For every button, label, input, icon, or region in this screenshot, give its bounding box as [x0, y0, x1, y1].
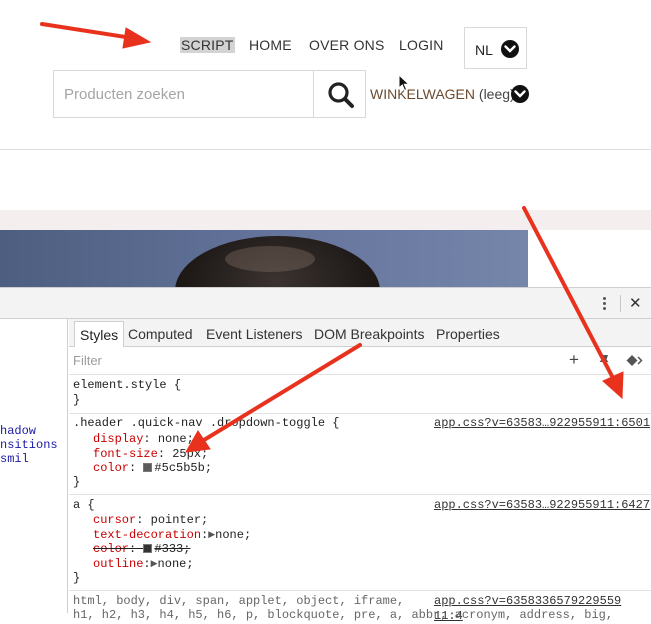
nav-link-login[interactable]: LOGIN [399, 37, 444, 53]
cart-link[interactable]: WINKELWAGEN (leeg) [370, 86, 515, 102]
language-selector[interactable]: NL [464, 27, 527, 69]
css-declaration[interactable]: cursor: pointer; [93, 513, 208, 528]
rule-close-brace: } [73, 571, 81, 585]
rule-reset-selector[interactable]: html, body, div, span, applet, object, i… [73, 594, 404, 609]
rule-anchor-selector[interactable]: a { [73, 498, 95, 513]
tab-event-listeners[interactable]: Event Listeners [206, 326, 303, 342]
expand-triangle-icon[interactable]: ▶ [151, 559, 158, 569]
devtools-tabs: Styles Computed Event Listeners DOM Brea… [69, 319, 651, 347]
element-state-icon[interactable] [626, 354, 644, 367]
close-icon[interactable]: ✕ [629, 294, 642, 312]
devtools-toolbar: ✕ [0, 287, 651, 319]
search-box [53, 70, 366, 118]
color-swatch[interactable] [143, 463, 153, 472]
dom-tree-pane: hadow nsitions smil [0, 319, 68, 613]
css-declaration[interactable]: outline:▶none; [93, 557, 194, 572]
pin-icon[interactable] [598, 354, 610, 367]
search-input[interactable] [54, 71, 313, 117]
chevron-down-icon [501, 40, 519, 58]
add-rule-button[interactable]: + [569, 350, 579, 370]
tab-styles[interactable]: Styles [74, 321, 125, 347]
tab-properties[interactable]: Properties [436, 326, 500, 342]
css-declaration[interactable]: font-size: 25px; [93, 447, 208, 462]
rule-dropdown-toggle-selector[interactable]: .header .quick-nav .dropdown-toggle { [73, 416, 339, 431]
dom-line[interactable]: nsitions [0, 438, 58, 452]
styles-filter-row: + [69, 347, 651, 375]
cart-label: WINKELWAGEN [370, 86, 476, 102]
mouse-cursor-icon [398, 74, 410, 92]
nav-link-over-ons[interactable]: OVER ONS [309, 37, 385, 53]
content-strip [0, 210, 651, 230]
tab-dom-breakpoints[interactable]: DOM Breakpoints [314, 326, 424, 342]
nav-link-script[interactable]: SCRIPT [180, 37, 235, 53]
css-declaration-overridden[interactable]: color: #333; [93, 542, 190, 557]
rule-divider [69, 590, 651, 591]
rule-divider [69, 413, 651, 414]
rule-close-brace: } [73, 475, 81, 489]
css-declaration[interactable]: color: #5c5b5b; [93, 461, 212, 476]
language-label: NL [475, 42, 493, 58]
cart-count: (leeg) [478, 86, 515, 102]
styles-filter-input[interactable] [69, 349, 477, 371]
hero-banner-image [0, 230, 528, 288]
annotation-arrowhead [122, 27, 152, 49]
tab-computed[interactable]: Computed [128, 326, 193, 342]
rule-close-brace: } [73, 393, 81, 407]
more-options-icon[interactable] [603, 297, 606, 312]
rule-source-link[interactable]: app.css?v=63583…922955911:6427 [434, 498, 650, 513]
dom-line[interactable]: hadow [0, 424, 36, 438]
nav-link-home[interactable]: HOME [249, 37, 292, 53]
cart-chevron-down-icon[interactable] [511, 85, 529, 103]
color-swatch[interactable] [143, 544, 153, 553]
css-declaration[interactable]: text-decoration:▶none; [93, 528, 251, 543]
annotation-arrow [40, 22, 134, 40]
rule-source-link[interactable]: app.css?v=63583…922955911:6501 [434, 416, 650, 431]
header-divider [0, 149, 651, 150]
css-declaration[interactable]: display: none; [93, 432, 194, 447]
search-icon [328, 82, 354, 108]
rule-element-style-selector[interactable]: element.style { [73, 378, 181, 393]
rule-reset-selector-continued: h1, h2, h3, h4, h5, h6, p, blockquote, p… [73, 608, 614, 622]
dom-line[interactable]: smil [0, 452, 29, 466]
rule-divider [69, 494, 651, 495]
hair-highlight [225, 246, 315, 272]
annotation-arrowhead [602, 371, 624, 400]
toolbar-separator [620, 295, 621, 312]
search-button[interactable] [313, 71, 365, 117]
